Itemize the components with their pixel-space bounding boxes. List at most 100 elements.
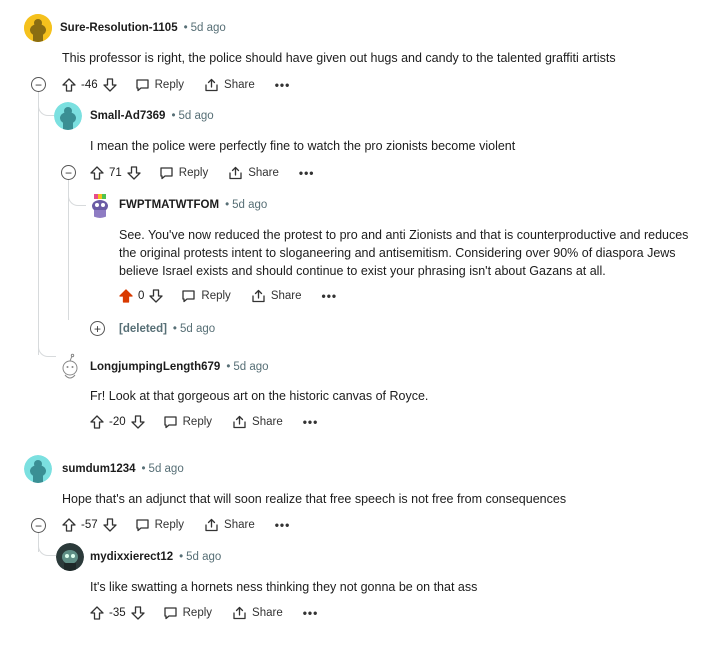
comment-meta: Sure-Resolution-1105 • 5d ago [60, 22, 226, 34]
vote-group: -46 [62, 78, 117, 92]
reply-icon [163, 415, 178, 429]
downvote-icon[interactable] [102, 518, 117, 532]
author-name[interactable]: Small-Ad7369 [90, 110, 165, 122]
author-name[interactable]: FWPTMATWTFOM [119, 199, 219, 211]
share-icon [204, 78, 219, 92]
reply-icon [135, 78, 150, 92]
avatar[interactable] [24, 455, 52, 483]
more-options-button[interactable]: ••• [275, 78, 291, 92]
comment-meta: [deleted] • 5d ago [119, 323, 215, 335]
share-button[interactable]: Share [232, 606, 283, 620]
custom-avatar-icon [56, 543, 84, 571]
vote-group: -20 [90, 415, 145, 429]
vote-group: -35 [90, 606, 145, 620]
comment-meta: Small-Ad7369 • 5d ago [90, 110, 214, 122]
comment-actions: -35 Reply Share ••• [90, 602, 338, 624]
share-icon [228, 166, 243, 180]
comment-meta: mydixxierect12 • 5d ago [90, 551, 221, 563]
reply-icon [181, 289, 196, 303]
more-options-button[interactable]: ••• [299, 166, 315, 180]
timestamp[interactable]: 5d ago [191, 22, 226, 34]
timestamp[interactable]: 5d ago [180, 323, 215, 335]
reply-button[interactable]: Reply [163, 606, 212, 620]
author-name[interactable]: Sure-Resolution-1105 [60, 22, 178, 34]
timestamp[interactable]: 5d ago [232, 199, 267, 211]
author-name[interactable]: sumdum1234 [62, 463, 136, 475]
upvote-icon[interactable] [62, 78, 76, 92]
custom-avatar-icon [86, 190, 114, 218]
upvote-icon[interactable] [90, 166, 104, 180]
thread-line [38, 92, 39, 355]
separator: • [172, 323, 177, 335]
timestamp[interactable]: 5d ago [186, 551, 221, 563]
avatar[interactable] [86, 190, 114, 218]
separator: • [141, 463, 146, 475]
upvote-icon[interactable] [90, 415, 104, 429]
vote-group: 71 [90, 166, 141, 180]
author-name[interactable]: mydixxierect12 [90, 551, 173, 563]
downvote-icon[interactable] [130, 415, 145, 429]
upvote-icon[interactable] [90, 606, 104, 620]
reply-button[interactable]: Reply [181, 289, 231, 303]
separator: • [226, 361, 231, 373]
comment-body: I mean the police were perfectly fine to… [90, 139, 516, 153]
avatar[interactable] [56, 353, 84, 381]
downvote-icon[interactable] [130, 606, 145, 620]
snoo-avatar-icon [54, 102, 82, 130]
comment-body: Fr! Look at that gorgeous art on the his… [90, 389, 429, 403]
avatar[interactable] [24, 14, 52, 42]
timestamp[interactable]: 5d ago [233, 361, 268, 373]
more-options-button[interactable]: ••• [303, 415, 319, 429]
author-name[interactable]: [deleted] [119, 323, 167, 335]
vote-score: -46 [81, 79, 98, 91]
upvote-icon-active[interactable] [119, 289, 133, 303]
separator: • [171, 110, 176, 122]
comment-body: This professor is right, the police shou… [62, 51, 616, 65]
more-options-button[interactable]: ••• [322, 289, 338, 303]
share-button[interactable]: Share [204, 518, 255, 532]
comment-body: See. You've now reduced the protest to p… [119, 228, 689, 278]
expand-thread-button[interactable]: + [90, 321, 105, 336]
collapse-thread-button[interactable]: − [31, 518, 46, 533]
share-button[interactable]: Share [251, 289, 302, 303]
vote-group: -57 [62, 518, 117, 532]
vote-score: -57 [81, 519, 98, 531]
downvote-icon[interactable] [102, 78, 117, 92]
avatar[interactable] [56, 543, 84, 571]
vote-score: 0 [138, 290, 145, 302]
timestamp[interactable]: 5d ago [178, 110, 213, 122]
comment-body: It's like swatting a hornets ness thinki… [90, 580, 478, 594]
comment-meta: LongjumpingLength679 • 5d ago [90, 361, 269, 373]
collapse-thread-button[interactable]: − [31, 77, 46, 92]
avatar[interactable] [54, 102, 82, 130]
reply-button[interactable]: Reply [163, 415, 212, 429]
timestamp[interactable]: 5d ago [149, 463, 184, 475]
upvote-icon[interactable] [62, 518, 76, 532]
vote-group: 0 [119, 289, 164, 303]
reply-button[interactable]: Reply [159, 166, 208, 180]
reply-button[interactable]: Reply [135, 78, 184, 92]
downvote-icon[interactable] [149, 289, 164, 303]
comment-meta: sumdum1234 • 5d ago [62, 463, 184, 475]
comment-actions: 0 Reply Share ••• [119, 285, 357, 307]
author-name[interactable]: LongjumpingLength679 [90, 361, 220, 373]
snoo-avatar-icon [24, 455, 52, 483]
thread-curve [38, 100, 54, 116]
thread-curve [38, 340, 56, 357]
separator: • [179, 551, 184, 563]
vote-score: 71 [109, 167, 122, 179]
more-options-button[interactable]: ••• [303, 606, 319, 620]
reply-icon [135, 518, 150, 532]
share-icon [251, 289, 266, 303]
share-button[interactable]: Share [204, 78, 255, 92]
share-button[interactable]: Share [232, 415, 283, 429]
comment-meta: FWPTMATWTFOM • 5d ago [119, 199, 267, 211]
share-button[interactable]: Share [228, 166, 279, 180]
more-options-button[interactable]: ••• [275, 518, 291, 532]
separator: • [183, 22, 188, 34]
vote-score: -35 [109, 607, 126, 619]
comment-actions: -20 Reply Share ••• [90, 411, 338, 433]
collapse-thread-button[interactable]: − [61, 165, 76, 180]
downvote-icon[interactable] [127, 166, 141, 180]
reply-button[interactable]: Reply [135, 518, 184, 532]
